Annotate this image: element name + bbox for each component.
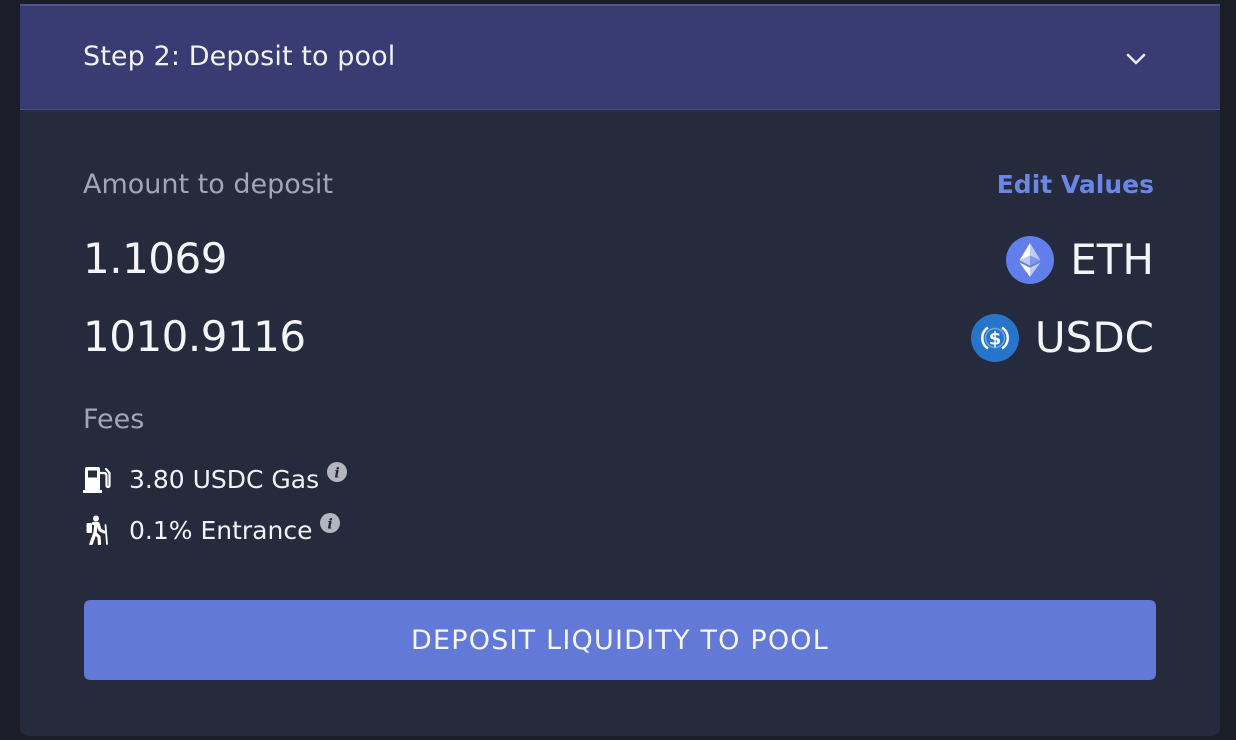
usdc-symbol: USDC <box>1034 313 1154 362</box>
usdc-amount: 1010.9116 <box>83 312 306 361</box>
chevron-down-icon[interactable] <box>1126 52 1146 66</box>
eth-amount: 1.1069 <box>83 234 227 283</box>
step-header[interactable]: Step 2: Deposit to pool <box>20 4 1220 110</box>
hiker-icon <box>86 515 108 545</box>
info-icon[interactable]: i <box>320 513 341 533</box>
svg-text:$: $ <box>989 328 1002 349</box>
eth-token: ETH <box>1006 235 1154 284</box>
svg-text:i: i <box>334 466 339 482</box>
deposit-liquidity-button[interactable]: DEPOSIT LIQUIDITY TO POOL <box>84 600 1156 680</box>
usdc-icon: $ <box>970 313 1019 362</box>
amount-label: Amount to deposit <box>83 169 333 200</box>
entrance-fee-row: 0.1% Entrance i <box>83 513 341 545</box>
entrance-fee-text: 0.1% Entrance <box>129 515 313 545</box>
gas-pump-icon <box>83 467 111 493</box>
fees-label: Fees <box>83 404 145 435</box>
step-title: Step 2: Deposit to pool <box>83 41 396 72</box>
svg-text:i: i <box>328 517 333 533</box>
usdc-token: $ USDC <box>970 313 1154 362</box>
gas-fee-text: 3.80 USDC Gas <box>129 464 320 494</box>
gas-fee-row: 3.80 USDC Gas i <box>83 462 348 494</box>
ethereum-icon <box>1006 235 1055 284</box>
deposit-panel: Step 2: Deposit to pool Amount to deposi… <box>20 4 1220 736</box>
edit-values-link[interactable]: Edit Values <box>997 170 1154 199</box>
eth-symbol: ETH <box>1070 235 1154 284</box>
info-icon[interactable]: i <box>327 462 348 482</box>
